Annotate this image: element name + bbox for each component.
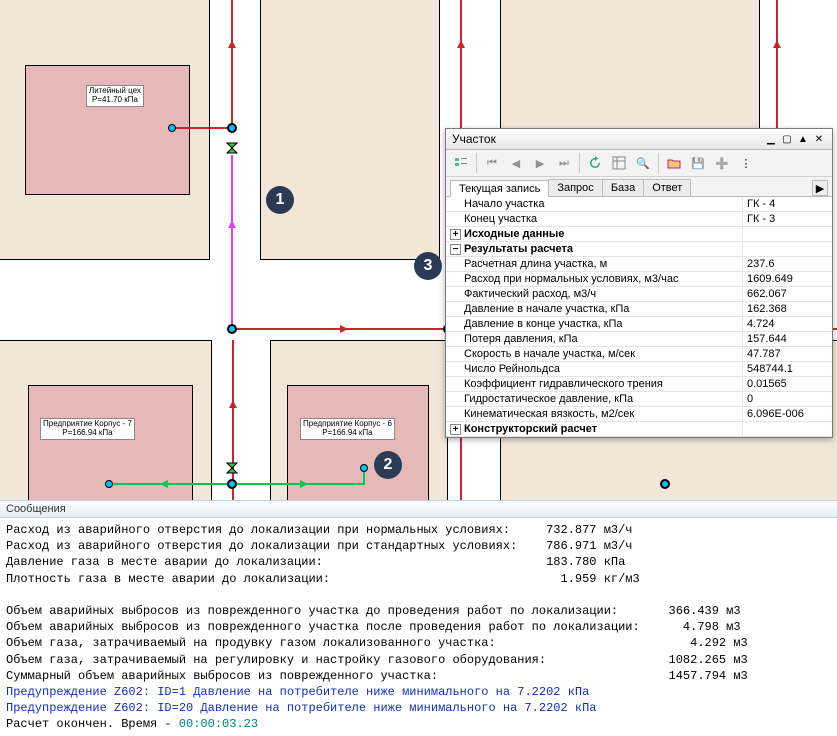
prop-key: Гидростатическое давление, кПа [446,392,742,406]
group-header: Результаты расчета [464,243,573,255]
folder-icon[interactable] [663,152,685,174]
messages-panel: Сообщения Расход из аварийного отверстия… [0,500,837,728]
nav-first-icon[interactable]: ⏮ [481,152,503,174]
label-line: P=166.94 кПа [303,429,392,438]
close-icon[interactable]: ✕ [812,132,826,146]
log-line: Расход из аварийного отверстия до локали… [6,539,633,553]
collapse-icon[interactable]: − [450,244,461,255]
prop-key: Число Рейнольдса [446,362,742,376]
prop-key: Кинематическая вязкость, м2/сек [446,407,742,421]
pipe-node[interactable] [360,464,368,472]
log-warning: Предупреждение Z602: ID=20 Давление на п… [6,701,597,715]
panel-titlebar[interactable]: Участок ▁ ▢ ▲ ✕ [446,129,832,150]
pipe-node[interactable] [227,479,237,489]
save-icon[interactable]: 💾 [687,152,709,174]
add-icon[interactable]: ➕ [711,152,733,174]
prop-value[interactable]: 0.01565 [742,377,832,391]
prop-value[interactable]: 237.6 [742,257,832,271]
pipe-node[interactable] [227,324,237,334]
nav-next-icon[interactable]: ▶ [529,152,551,174]
properties-panel[interactable]: Участок ▁ ▢ ▲ ✕ ⏮ ◀ ▶ ⏭ 🔍 💾 ➕ ⋮ Текущая … [445,128,833,438]
prop-key: Давление в конце участка, кПа [446,317,742,331]
prop-value[interactable]: 0 [742,392,832,406]
minimize-icon[interactable]: ▁ [764,132,778,146]
tab-answer[interactable]: Ответ [643,179,691,196]
pipe-node[interactable] [660,479,670,489]
search-icon[interactable]: 🔍 [632,152,654,174]
prop-key: Расход при нормальных условиях, м3/час [446,272,742,286]
prop-key: Давление в начале участка, кПа [446,302,742,316]
valve-icon[interactable] [226,462,238,474]
messages-body[interactable]: Расход из аварийного отверстия до локали… [0,518,837,736]
options-icon[interactable]: ⋮ [735,152,757,174]
tab-query[interactable]: Запрос [548,179,602,196]
log-line: Расчет окончен. Время - [6,717,179,731]
building-label: Предприятие Корпус - 7 P=166.94 кПа [40,418,135,440]
building-label: Предприятие Корпус - 6 P=166.94 кПа [300,418,395,440]
prop-key: Расчетная длина участка, м [446,257,742,271]
list-view-icon[interactable] [450,152,472,174]
collapse-icon[interactable]: ▲ [796,132,810,146]
log-line: Давление газа в месте аварии до локализа… [6,555,625,569]
prop-value[interactable]: 1609.649 [742,272,832,286]
refresh-icon[interactable] [584,152,606,174]
nav-last-icon[interactable]: ⏭ [553,152,575,174]
callout-1: 1 [266,186,294,214]
expand-icon[interactable]: + [450,229,461,240]
building-label: Литейный цех P=41.70 кПа [86,85,144,107]
table-icon[interactable] [608,152,630,174]
pipe-node[interactable] [227,123,237,133]
group-header: Конструкторский расчет [464,423,597,435]
tab-scroll-right-icon[interactable]: ▶ [812,180,828,196]
prop-key: Потеря давления, кПа [446,332,742,346]
panel-tabstrip: Текущая запись Запрос База Ответ ▶ [446,177,832,197]
properties-grid[interactable]: Начало участкаГК - 4 Конец участкаГК - 3… [446,197,832,437]
label-line: P=41.70 кПа [89,96,141,105]
prop-value[interactable]: 157.644 [742,332,832,346]
tab-base[interactable]: База [602,179,644,196]
callout-2: 2 [374,451,402,479]
label-line: P=166.94 кПа [43,429,132,438]
panel-toolbar: ⏮ ◀ ▶ ⏭ 🔍 💾 ➕ ⋮ [446,150,832,177]
log-line: Объем аварийных выбросов из поврежденног… [6,620,741,634]
nav-prev-icon[interactable]: ◀ [505,152,527,174]
prop-value[interactable]: 4.724 [742,317,832,331]
prop-key: Фактический расход, м3/ч [446,287,742,301]
tab-current-record[interactable]: Текущая запись [450,180,549,197]
group-header: Исходные данные [464,228,564,240]
prop-value[interactable]: 47.787 [742,347,832,361]
log-line: Объем газа, затрачиваемый на регулировку… [6,653,748,667]
log-line: Объем газа, затрачиваемый на продувку га… [6,636,748,650]
expand-icon[interactable]: + [450,424,461,435]
prop-key: Скорость в начале участка, м/сек [446,347,742,361]
log-line: Суммарный объем аварийных выбросов из по… [6,669,748,683]
prop-value[interactable]: 662.067 [742,287,832,301]
prop-key: Коэффициент гидравлического трения [446,377,742,391]
log-warning: Предупреждение Z602: ID=1 Давление на по… [6,685,589,699]
prop-value[interactable]: 162.368 [742,302,832,316]
valve-icon[interactable] [226,142,238,154]
map-canvas[interactable]: Литейный цех P=41.70 кПа Предприятие Кор… [0,0,837,500]
prop-value[interactable]: ГК - 4 [742,197,832,211]
prop-key: Конец участка [446,212,742,226]
log-line: Плотность газа в месте аварии до локализ… [6,572,640,586]
prop-value[interactable]: 6.096E-006 [742,407,832,421]
prop-value[interactable]: ГК - 3 [742,212,832,226]
log-time: 00:00:03.23 [179,717,258,731]
prop-value[interactable]: 548744.1 [742,362,832,376]
log-line: Объем аварийных выбросов из поврежденног… [6,604,741,618]
messages-title[interactable]: Сообщения [0,500,837,518]
panel-title-text: Участок [452,132,762,146]
pipe-node[interactable] [168,124,176,132]
pipe-node[interactable] [105,480,113,488]
log-line: Расход из аварийного отверстия до локали… [6,523,633,537]
callout-3: 3 [414,252,442,280]
prop-key: Начало участка [446,197,742,211]
maximize-icon[interactable]: ▢ [780,132,794,146]
